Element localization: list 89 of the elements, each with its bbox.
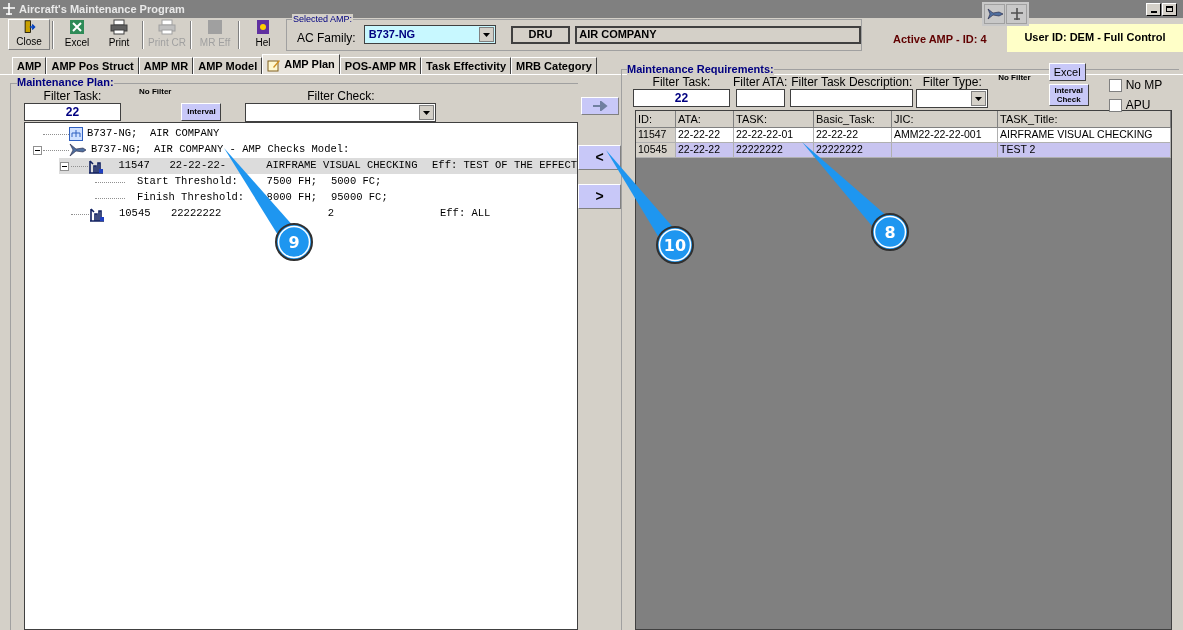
interval-button[interactable]: Interval <box>181 103 222 121</box>
task-code: 22222222 <box>171 206 223 222</box>
no-filter-label: No Filter <box>139 86 172 98</box>
plane-logo-icon <box>2 2 16 16</box>
collapse-toggle[interactable] <box>60 161 70 171</box>
threshold-hours: 8000 FH; <box>265 190 317 206</box>
filter-task-field[interactable]: 22 <box>24 103 121 121</box>
minimize-button[interactable] <box>1146 2 1161 16</box>
table-cell: 22-22-22 <box>676 143 734 158</box>
tab[interactable]: AMP <box>12 57 47 74</box>
restore-button[interactable] <box>1162 2 1177 16</box>
chart-icon <box>88 158 105 174</box>
filter-field[interactable] <box>790 89 914 107</box>
no-filter-label: No Filter <box>998 72 1031 84</box>
tab[interactable]: POS-AMP MR <box>339 57 422 74</box>
transfer-button[interactable] <box>580 97 619 115</box>
field-label: AC Family: <box>297 29 356 47</box>
task-code: 22-22-22- <box>169 158 228 174</box>
move-button[interactable]: > <box>578 184 621 209</box>
task-row[interactable]: 11547 22-22-22- AIRFRAME VISUAL CHECKING Eff: TEST OF THE EFFECT <box>59 158 577 174</box>
airplane-icon <box>985 6 1004 22</box>
company-field: AIR COMPANY <box>575 25 861 44</box>
toolbar-button[interactable]: Print <box>98 19 140 50</box>
tree-item[interactable]: B737-NG; AIR COMPANY <box>87 126 220 142</box>
tab[interactable]: Task Effectivity <box>421 57 511 74</box>
chart-icon <box>89 206 105 222</box>
airplane-icon <box>69 142 87 158</box>
table-cell: TEST 2 <box>998 143 1171 158</box>
window-title: Aircraft's Maintenance Program <box>19 1 185 17</box>
task-row[interactable]: 10545 22222222 2 Eff: ALL <box>59 206 577 222</box>
threshold-label: Start Threshold: <box>137 174 239 190</box>
tab[interactable]: AMP MR <box>138 57 194 74</box>
tab[interactable]: MRB Category <box>511 57 597 74</box>
effectivity: Eff: TEST OF THE EFFECT <box>432 158 577 174</box>
threshold-label: Finish Threshold: <box>137 190 246 206</box>
code-field: DRU <box>510 25 571 44</box>
threshold-hours: 7500 FH; <box>265 174 317 190</box>
excel-button[interactable]: Excel <box>1048 63 1086 81</box>
field-label: Filter ATA: <box>733 76 788 89</box>
task-title: AIRFRAME VISUAL CHECKING <box>266 158 419 174</box>
checkbox[interactable] <box>1108 78 1122 92</box>
user-status: User ID: DEM - Full Control <box>1007 23 1183 52</box>
toolbar-button[interactable]: Excel <box>56 19 98 50</box>
filter-type-dropdown[interactable] <box>916 89 989 108</box>
task-id: 11547 <box>118 158 151 174</box>
field-label: Filter Check: <box>307 90 375 103</box>
tree-item[interactable]: B737-NG; AIR COMPANY - AMP Checks Model: <box>91 142 350 158</box>
table-cell: 11547 <box>636 128 676 143</box>
spreadsheet-icon <box>69 19 85 35</box>
task-title: 2 <box>327 206 334 222</box>
interval-check-button[interactable]: Interval Check <box>1048 84 1089 106</box>
threshold-cycles: 5000 FC; <box>331 174 382 190</box>
help-book-icon <box>255 19 271 35</box>
field-label: Filter Task: <box>43 90 102 103</box>
checkbox[interactable] <box>1108 98 1122 112</box>
filter-field[interactable]: 22 <box>633 89 730 107</box>
org-chart-icon <box>69 127 83 141</box>
field-label: Filter Task Description: <box>791 76 913 89</box>
move-button[interactable]: < <box>578 145 621 170</box>
collapse-toggle[interactable] <box>32 145 42 155</box>
ac-family-dropdown[interactable]: B737-NG <box>363 25 496 44</box>
tab[interactable]: AMP Plan <box>262 54 340 74</box>
toolbar-button[interactable]: Close <box>8 19 50 50</box>
toolbar-button[interactable]: Hel <box>242 19 284 50</box>
notepad-icon <box>267 57 282 72</box>
square-icon <box>207 19 223 35</box>
table-row[interactable]: 11547 22-22-22 22-22-22-01 22-22-22 AMM22-22-22-001 AIRFRAME VISUAL CHECKING <box>636 128 1171 143</box>
tab[interactable]: AMP Pos Struct <box>46 57 139 74</box>
arrow-right-icon <box>591 101 608 111</box>
field-label: Filter Task: <box>652 76 711 89</box>
group-legend: Selected AMP: <box>292 13 354 24</box>
cross-plane-icon <box>1009 7 1024 21</box>
airplane-button[interactable] <box>1006 4 1027 24</box>
task-id: 10545 <box>119 206 152 222</box>
filter-field[interactable] <box>735 89 785 107</box>
active-amp-label: Active AMP - ID: 4 <box>893 32 987 48</box>
printer-icon <box>158 19 176 35</box>
effectivity: Eff: ALL <box>440 206 491 222</box>
airplane-button[interactable] <box>984 4 1005 24</box>
checkbox-label: APU <box>1125 97 1151 114</box>
section-title: Maintenance Plan: <box>17 76 114 88</box>
field-label: Filter Type: <box>922 76 982 89</box>
filter-check-dropdown[interactable] <box>245 103 437 122</box>
threshold-cycles: 95000 FC; <box>331 190 388 206</box>
printer-icon <box>110 19 128 35</box>
exit-door-icon <box>21 20 37 34</box>
checkbox-label: No MP <box>1125 77 1163 94</box>
tab[interactable]: AMP Model <box>193 57 263 74</box>
section-title: Maintenance Requirements: <box>627 63 774 75</box>
